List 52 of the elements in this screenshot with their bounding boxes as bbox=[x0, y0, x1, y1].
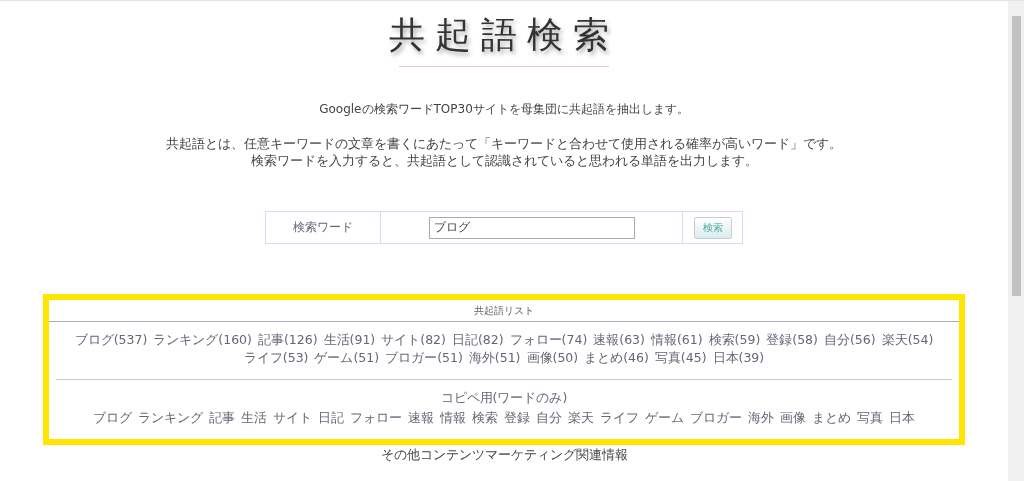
word-count: 画像(50) bbox=[526, 350, 579, 367]
intro-text: 共起語とは、任意キーワードの文章を書くにあたって「キーワードと合わせて使用される確率が高いワード」です。 bbox=[166, 135, 842, 152]
copy-word: フォロー bbox=[350, 410, 402, 427]
copy-word: 楽天 bbox=[568, 410, 594, 427]
word-count: 情報(61) bbox=[650, 332, 703, 349]
copy-word: 日記 bbox=[318, 410, 344, 427]
copy-word: 写真 bbox=[857, 410, 883, 427]
copy-word: ランキング bbox=[138, 410, 203, 427]
intro-lead: Googleの検索ワードTOP30サイトを母集団に共起語を抽出します。 bbox=[319, 101, 689, 118]
site-logo: 共起語検索 bbox=[389, 13, 619, 57]
copy-word: 情報 bbox=[440, 410, 466, 427]
word-count: 登録(58) bbox=[766, 332, 818, 349]
word-count: 写真(45) bbox=[654, 350, 707, 367]
copy-word: 画像 bbox=[780, 410, 806, 427]
intro-text: 検索ワードを入力すると、共起語として認識されていると思われる単語を出力します。 bbox=[250, 152, 758, 169]
copy-word: 登録 bbox=[504, 410, 530, 427]
results-heading: 共起語リスト bbox=[49, 300, 959, 322]
copy-word: 生活 bbox=[241, 410, 267, 427]
word-count: ブログ(537) bbox=[74, 332, 148, 349]
word-count: 検索(59) bbox=[708, 332, 761, 349]
copy-word: 速報 bbox=[408, 410, 434, 427]
word-count: 速報(63) bbox=[593, 332, 645, 349]
copy-word: ライフ bbox=[600, 410, 639, 427]
copy-word: ゲーム bbox=[645, 410, 684, 427]
word-count: 自分(56) bbox=[823, 332, 876, 349]
word-count: 生活(91) bbox=[323, 332, 376, 349]
search-field[interactable]: ブログ bbox=[428, 216, 635, 239]
scrollbar[interactable] bbox=[1008, 1, 1024, 481]
copy-word: ブログ bbox=[93, 410, 132, 427]
copy-word: 記事 bbox=[209, 410, 235, 427]
copy-word: 検索 bbox=[472, 410, 498, 427]
word-count: ランキング(160) bbox=[153, 332, 252, 349]
word-count: ゲーム(51) bbox=[314, 350, 380, 367]
word-count: サイト(82) bbox=[381, 332, 446, 349]
word-count: 海外(51) bbox=[468, 350, 521, 367]
word-count: ブロガー(51) bbox=[385, 350, 463, 367]
word-count: 日記(82) bbox=[451, 332, 504, 349]
copy-word: ブロガー bbox=[690, 410, 742, 427]
word-count: 楽天(54) bbox=[881, 332, 934, 349]
word-count: 記事(126) bbox=[257, 332, 318, 349]
copy-word: 自分 bbox=[536, 410, 562, 427]
copy-word: 日本 bbox=[889, 410, 915, 427]
word-count: フォロー(74) bbox=[509, 332, 588, 349]
word-count: ライフ(53) bbox=[243, 350, 309, 367]
footer-heading: その他コンテンツマーケティング関連情報 bbox=[380, 447, 628, 464]
word-count: まとめ(46) bbox=[584, 350, 649, 367]
copy-word: まとめ bbox=[812, 410, 851, 427]
search-label: 検索ワード bbox=[293, 219, 353, 236]
copy-word: サイト bbox=[273, 410, 312, 427]
copy-word: 海外 bbox=[748, 410, 774, 427]
word-count: 日本(39) bbox=[712, 350, 765, 367]
copy-heading: コピペ用(ワードのみ) bbox=[440, 390, 568, 407]
